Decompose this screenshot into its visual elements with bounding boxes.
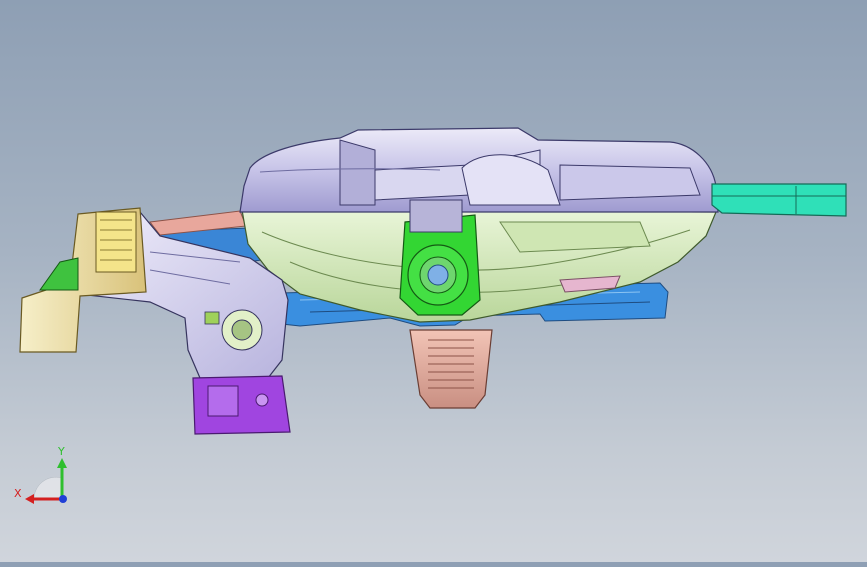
z-axis-dot [59, 495, 67, 503]
triad-origin-disc [33, 476, 63, 501]
x-axis-label: X [14, 487, 22, 500]
y-axis-label: Y [57, 445, 65, 458]
cad-viewport[interactable]: Y X [0, 0, 867, 562]
coordinate-triad: Y X [14, 445, 67, 504]
